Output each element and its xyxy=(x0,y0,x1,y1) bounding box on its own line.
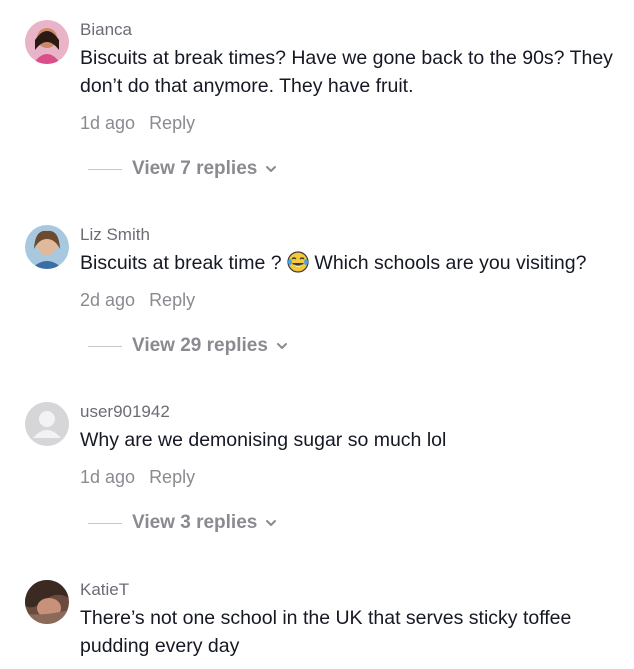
chevron-down-icon xyxy=(266,166,277,172)
comment-username[interactable]: Liz Smith xyxy=(80,225,150,245)
comment-text: Biscuits at break time ? Which schools a… xyxy=(80,249,628,277)
divider-line xyxy=(88,168,122,170)
comment-time: 1d ago xyxy=(80,467,136,487)
view-replies-label: View 3 replies xyxy=(132,512,258,533)
tears-of-joy-emoji xyxy=(287,251,309,273)
view-replies-button[interactable]: View 7 replies xyxy=(88,158,277,180)
comment-text-part: Biscuits at break time ? xyxy=(80,252,287,274)
comment-username[interactable]: KatieT xyxy=(80,580,129,600)
view-replies-label: View 29 replies xyxy=(132,335,268,356)
comment-text: Biscuits at break times? Have we gone ba… xyxy=(80,47,613,97)
comment-meta: 2d ago Reply xyxy=(80,289,195,311)
view-replies-button[interactable]: View 29 replies xyxy=(88,335,288,357)
chevron-down-icon xyxy=(276,343,287,349)
avatar[interactable] xyxy=(25,402,69,446)
divider-line xyxy=(88,345,122,347)
comment-text: Why are we demonising sugar so much lol xyxy=(80,429,447,451)
comment-text: There’s not one school in the UK that se… xyxy=(80,607,572,657)
comment-time: 1d ago xyxy=(80,113,136,133)
user-photo-icon xyxy=(25,225,69,269)
user-photo-icon xyxy=(25,20,69,64)
avatar[interactable] xyxy=(25,580,69,624)
comment-text-part: Which schools are you visiting? xyxy=(309,252,587,274)
view-replies-label: View 7 replies xyxy=(132,158,258,179)
reply-button[interactable]: Reply xyxy=(149,290,195,310)
comment-time: 2d ago xyxy=(80,290,136,310)
avatar[interactable] xyxy=(25,20,69,64)
comment-username[interactable]: user901942 xyxy=(80,402,170,422)
view-replies-button[interactable]: View 3 replies xyxy=(88,512,277,534)
reply-button[interactable]: Reply xyxy=(149,113,195,133)
avatar[interactable] xyxy=(25,225,69,269)
comment-username[interactable]: Bianca xyxy=(80,20,132,40)
chevron-down-icon xyxy=(266,520,277,526)
comment-meta: 1d ago Reply xyxy=(80,112,195,134)
comment-meta: 1d ago Reply xyxy=(80,466,195,488)
divider-line xyxy=(88,522,122,524)
user-photo-icon xyxy=(25,580,69,624)
default-avatar-icon xyxy=(25,402,69,446)
reply-button[interactable]: Reply xyxy=(149,467,195,487)
